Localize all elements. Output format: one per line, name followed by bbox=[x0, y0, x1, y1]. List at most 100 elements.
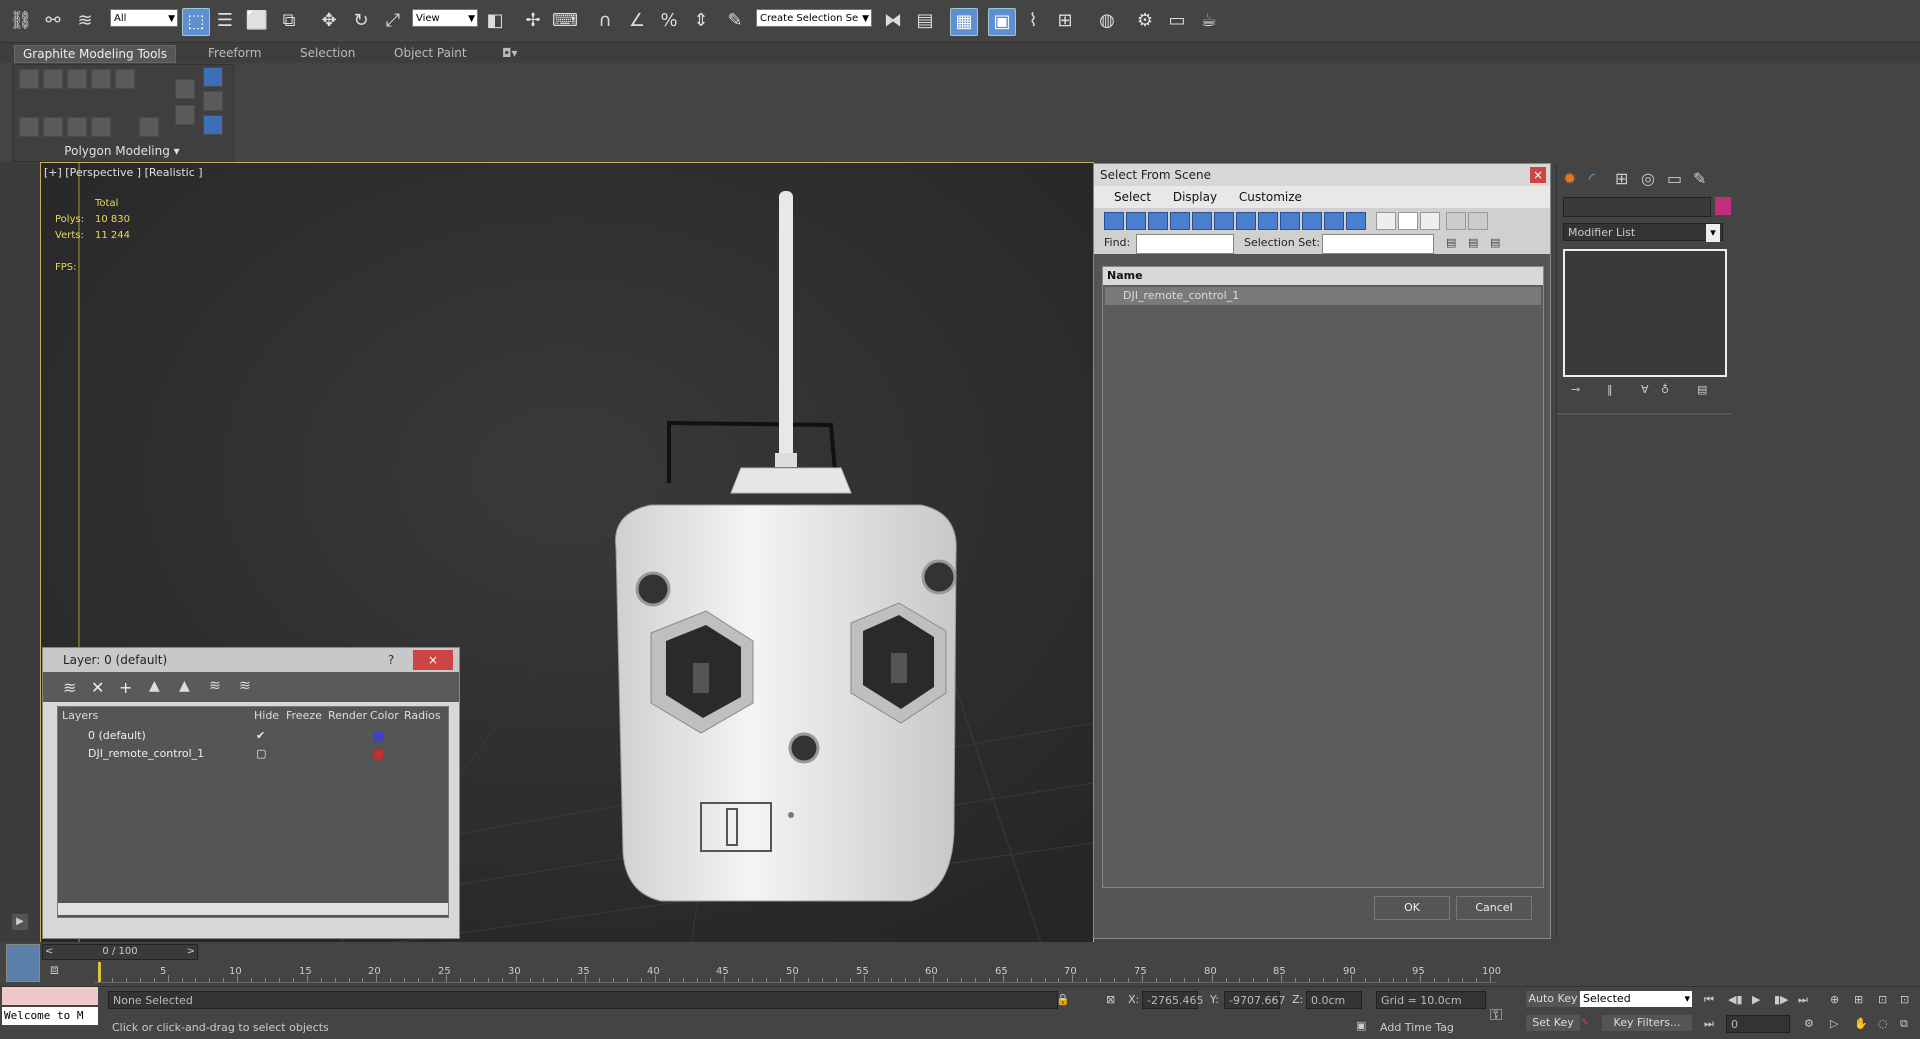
goto-start-icon[interactable]: ⏮ bbox=[1704, 993, 1714, 1007]
percent-snap-icon[interactable]: % bbox=[656, 8, 682, 34]
hierarchy-tab-icon[interactable]: ⊞ bbox=[1615, 169, 1628, 188]
list-item[interactable]: DJI_remote_control_1 bbox=[1105, 287, 1541, 305]
create-layer-icon[interactable]: ≋ bbox=[63, 678, 76, 697]
ribbon-button[interactable] bbox=[19, 117, 39, 137]
pan-icon[interactable]: ✋ bbox=[1854, 1017, 1868, 1030]
ribbon-button[interactable] bbox=[203, 67, 223, 87]
time-tag-icon[interactable]: ▣ bbox=[1356, 1019, 1366, 1032]
angle-snap-icon[interactable]: ∠ bbox=[624, 8, 650, 34]
ribbon-button[interactable] bbox=[67, 117, 87, 137]
filter-geometry-icon[interactable] bbox=[1104, 212, 1124, 230]
select-invert-icon[interactable] bbox=[1420, 212, 1440, 230]
ribbon-button[interactable] bbox=[203, 115, 223, 135]
zoom-extents-icon[interactable]: ⊡ bbox=[1878, 993, 1887, 1006]
align-icon[interactable]: ▤ bbox=[912, 8, 938, 34]
column-layers[interactable]: Layers bbox=[62, 707, 98, 725]
highlight-layer-icon[interactable]: ▲ bbox=[179, 678, 190, 694]
graphite-toggle-icon[interactable]: ▣ bbox=[988, 8, 1016, 36]
close-button[interactable]: × bbox=[413, 650, 453, 670]
layer-dialog-title[interactable]: Layer: 0 (default) ? × bbox=[43, 648, 459, 672]
play-icon[interactable]: ▶ bbox=[1752, 993, 1760, 1006]
cancel-button[interactable]: Cancel bbox=[1456, 896, 1532, 920]
move-icon[interactable]: ✥ bbox=[316, 8, 342, 34]
column-name[interactable]: Name bbox=[1103, 267, 1543, 285]
ribbon-button[interactable] bbox=[175, 105, 195, 125]
viewport-label[interactable]: [+] [Perspective ] [Realistic ] bbox=[44, 166, 203, 179]
time-config-icon[interactable] bbox=[6, 944, 40, 982]
snaps-toggle-icon[interactable]: ∩ bbox=[592, 8, 618, 34]
filter-shapes-icon[interactable] bbox=[1126, 212, 1146, 230]
key-tangent-icon[interactable]: ∿ bbox=[1580, 1015, 1589, 1028]
selection-filter-dropdown[interactable]: All ▼ bbox=[110, 9, 178, 27]
column-radios[interactable]: Radios bbox=[404, 707, 441, 725]
mirror-icon[interactable]: ⧓ bbox=[880, 8, 906, 34]
expand-icon[interactable]: ▶ bbox=[12, 914, 28, 930]
filter-options-icon[interactable] bbox=[1468, 212, 1488, 230]
ribbon-button[interactable] bbox=[115, 69, 135, 89]
zoom-extents-all-icon[interactable]: ⊡ bbox=[1900, 993, 1909, 1006]
ribbon-button[interactable] bbox=[91, 117, 111, 137]
select-in-layer-icon[interactable]: ▲ bbox=[149, 678, 160, 694]
filter-helpers-icon[interactable] bbox=[1192, 212, 1212, 230]
select-object-icon[interactable]: ⬚ bbox=[182, 8, 210, 36]
next-frame-icon[interactable]: ▮▶ bbox=[1774, 993, 1789, 1006]
material-editor-icon[interactable]: ◍ bbox=[1094, 8, 1120, 34]
filter-cameras-icon[interactable] bbox=[1170, 212, 1190, 230]
spinner-snap-icon[interactable]: ⇕ bbox=[688, 8, 714, 34]
render-teapot-icon[interactable]: ☕ bbox=[1196, 8, 1222, 34]
layer-row[interactable]: DJI_remote_control_1 ▢ bbox=[58, 745, 448, 763]
ribbon-button[interactable] bbox=[175, 79, 195, 99]
help-button[interactable]: ? bbox=[379, 648, 403, 672]
add-time-tag[interactable]: Add Time Tag bbox=[1380, 1021, 1454, 1034]
x-field[interactable]: -2765.465 bbox=[1142, 991, 1203, 1009]
layer-color-swatch[interactable] bbox=[374, 732, 383, 741]
tab-freeform[interactable]: Freeform bbox=[200, 45, 269, 61]
object-color-swatch[interactable] bbox=[1715, 197, 1731, 215]
key-mode-icon[interactable]: ⏭ bbox=[1704, 1017, 1714, 1031]
hide-all-icon[interactable]: ≋ bbox=[209, 678, 221, 694]
zoom-all-icon[interactable]: ⊞ bbox=[1854, 993, 1863, 1006]
tab-graphite-modeling-tools[interactable]: Graphite Modeling Tools bbox=[14, 45, 177, 63]
modify-tab-icon[interactable]: ◜ bbox=[1589, 169, 1595, 188]
time-cursor[interactable] bbox=[98, 962, 101, 982]
close-icon[interactable]: × bbox=[1530, 167, 1546, 183]
field-of-view-icon[interactable]: ▷ bbox=[1830, 1017, 1838, 1030]
absolute-mode-icon[interactable]: ⊠ bbox=[1106, 993, 1115, 1006]
layer-manager-icon[interactable]: ▦ bbox=[950, 8, 978, 36]
edit-named-sets-icon[interactable]: ✎ bbox=[722, 8, 748, 34]
remove-modifier-icon[interactable]: ♁ bbox=[1661, 383, 1669, 396]
select-manipulate-icon[interactable]: ✢ bbox=[520, 8, 546, 34]
ribbon-button[interactable] bbox=[67, 69, 87, 89]
set-key-icon[interactable]: ⚿ bbox=[1490, 1005, 1502, 1025]
ribbon-options-icon[interactable]: ◘▾ bbox=[494, 45, 526, 61]
modifier-list-dropdown[interactable]: Modifier List ▾ bbox=[1563, 223, 1723, 242]
filter-icon[interactable] bbox=[1446, 212, 1466, 230]
maxscript-listener-top[interactable] bbox=[2, 987, 98, 1005]
column-freeze[interactable]: Freeze bbox=[286, 707, 322, 725]
filter-containers-icon[interactable] bbox=[1302, 212, 1322, 230]
show-end-result-icon[interactable]: ‖ bbox=[1607, 383, 1613, 396]
goto-end-icon[interactable]: ⏭ bbox=[1798, 993, 1808, 1007]
set-key-button[interactable]: Set Key bbox=[1526, 1015, 1580, 1031]
sfs-titlebar[interactable]: Select From Scene × bbox=[1094, 164, 1550, 186]
utilities-tab-icon[interactable]: ✎ bbox=[1693, 169, 1706, 188]
prev-frame-icon[interactable]: ◀▮ bbox=[1728, 993, 1743, 1006]
time-config-button-icon[interactable]: ⚙ bbox=[1804, 1017, 1814, 1030]
track-bar[interactable]: 5 10 15 20 25 30 35 40 45 50 55 60 65 70 75 80 85 90 95 100 bbox=[94, 962, 1501, 983]
z-field[interactable]: 0.0cm bbox=[1306, 991, 1362, 1009]
maxscript-listener[interactable]: Welcome to M bbox=[2, 1007, 98, 1025]
filter-lights-icon[interactable] bbox=[1148, 212, 1168, 230]
schematic-view-icon[interactable]: ⊞ bbox=[1052, 8, 1078, 34]
select-and-link-icon[interactable]: ⛓ bbox=[8, 8, 34, 34]
unlink-icon[interactable]: ⚯ bbox=[40, 8, 66, 34]
freeze-all-icon[interactable]: ≋ bbox=[239, 678, 251, 694]
object-name-field[interactable] bbox=[1563, 197, 1711, 217]
make-unique-icon[interactable]: ∀ bbox=[1641, 383, 1649, 396]
ribbon-button[interactable] bbox=[203, 91, 223, 111]
delete-set-icon[interactable]: ▤ bbox=[1490, 232, 1500, 254]
column-render[interactable]: Render bbox=[328, 707, 367, 725]
ok-button[interactable]: OK bbox=[1374, 896, 1450, 920]
select-none-icon[interactable] bbox=[1398, 212, 1418, 230]
tab-object-paint[interactable]: Object Paint bbox=[386, 45, 475, 61]
zoom-icon[interactable]: ⊕ bbox=[1830, 993, 1839, 1006]
